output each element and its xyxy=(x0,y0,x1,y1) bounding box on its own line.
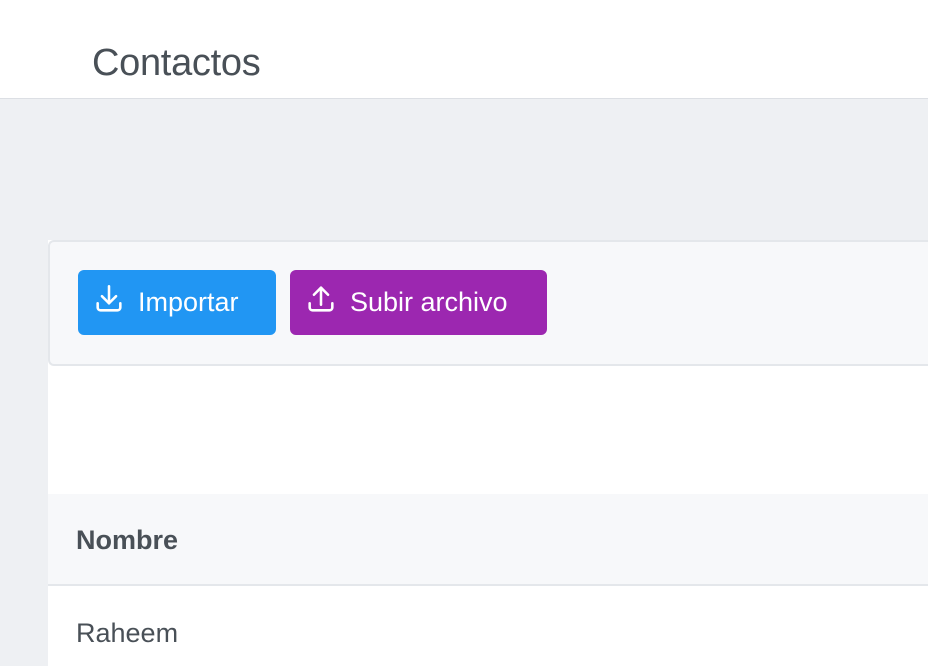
top-header: Contactos xyxy=(0,0,928,99)
table-row[interactable]: Raheem xyxy=(48,586,928,666)
table-header: Nombre xyxy=(48,494,928,586)
import-button-label: Importar xyxy=(138,287,239,317)
upload-file-button-label: Subir archivo xyxy=(350,287,508,317)
contact-name-cell: Raheem xyxy=(76,618,179,648)
toolbar: Importar Subir archivo xyxy=(48,240,928,366)
column-header-name[interactable]: Nombre xyxy=(76,525,178,556)
download-icon xyxy=(92,282,138,323)
upload-icon xyxy=(304,282,350,323)
page-title: Contactos xyxy=(92,42,261,84)
upload-file-button[interactable]: Subir archivo xyxy=(290,270,547,335)
import-button[interactable]: Importar xyxy=(78,270,276,335)
contacts-card: Importar Subir archivo Nombre Raheem xyxy=(48,240,928,666)
